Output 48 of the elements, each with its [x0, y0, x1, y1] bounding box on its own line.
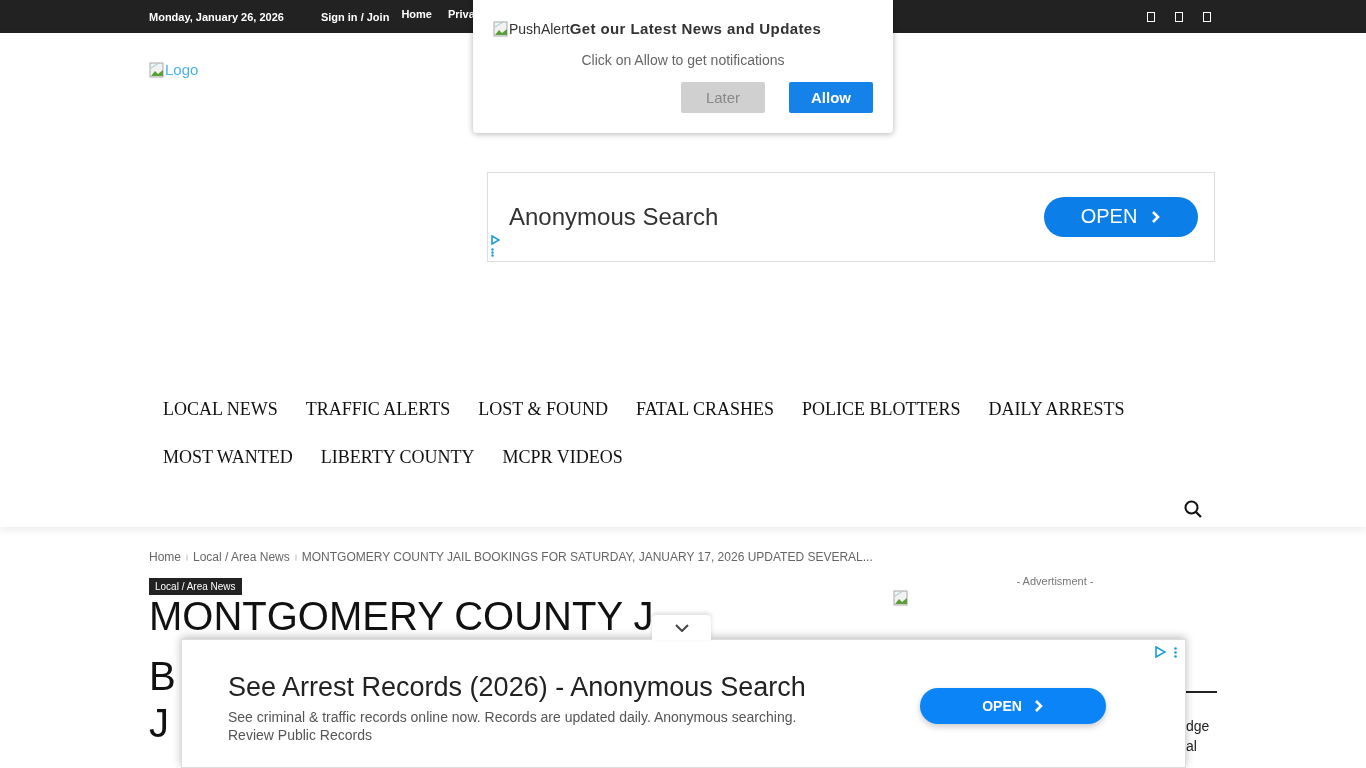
nav-menu-item[interactable]: LOCAL NEWS	[149, 384, 292, 433]
date-text: Monday, January 26, 2026	[149, 10, 284, 23]
popup-message: Click on Allow to get notifications	[580, 52, 786, 68]
open-button[interactable]: OPEN	[920, 688, 1106, 724]
image-alt-text: PushAlert	[509, 20, 570, 37]
article-title: B	[149, 654, 176, 698]
nav-menu-item[interactable]: TRAFFIC ALERTS	[291, 384, 465, 433]
play-triangle-icon	[491, 234, 500, 245]
broken-image-icon	[149, 61, 165, 78]
play-triangle-icon	[1155, 646, 1166, 658]
nav-menu-item[interactable]: LOST & FOUND	[464, 384, 622, 433]
broken-image-icon	[893, 590, 909, 606]
broken-image-icon	[493, 20, 509, 37]
ad-link[interactable]: Review Public Records	[228, 727, 372, 743]
top-menu-link[interactable]: Home	[401, 8, 432, 20]
nav-menu-item[interactable]: MOST WANTED	[149, 432, 307, 481]
sign-in-link[interactable]: Sign in / Join	[320, 10, 390, 23]
advertisement-label: - Advertisment -	[1015, 575, 1095, 587]
nav-menu-item[interactable]: FATAL CRASHES	[621, 384, 789, 433]
ad-banner[interactable]: Anonymous Search OPEN	[487, 171, 1215, 262]
nav-menu-item[interactable]: MCPR VIDEOS	[488, 432, 637, 481]
chevron-icon	[1151, 210, 1162, 223]
category-tag[interactable]: Local / Area News	[149, 578, 242, 595]
chevron-down-icon	[674, 623, 689, 632]
open-button[interactable]: OPEN	[1044, 196, 1198, 237]
nav-menu-item[interactable]: DAILY ARRESTS	[974, 384, 1139, 433]
article-title: J	[149, 701, 169, 745]
ad-headline: See Arrest Records (2026) - Anonymous Search	[228, 672, 806, 703]
social-icon[interactable]	[1147, 11, 1155, 22]
social-icon[interactable]	[1175, 11, 1183, 22]
breadcrumb-link[interactable]: Local / Area News	[193, 550, 290, 564]
dots-icon	[491, 247, 494, 257]
sidebar-text: al	[1186, 738, 1197, 754]
search-icon[interactable]	[1184, 500, 1202, 518]
ad-headline: Anonymous Search	[509, 202, 719, 231]
allow-button[interactable]: Allow	[789, 82, 873, 113]
popup-title: Get our Latest News and Updates	[569, 20, 822, 37]
nav-menu-item[interactable]: POLICE BLOTTERS	[788, 384, 975, 433]
ad-description: See criminal & traffic records online now. Records are updated daily. Anonymous searching.	[228, 709, 797, 725]
dots-icon	[1174, 646, 1177, 658]
social-icon[interactable]	[1203, 11, 1211, 22]
nav-menu-item[interactable]: LIBERTY COUNTY	[306, 432, 489, 481]
collapse-tab[interactable]	[652, 615, 711, 640]
chevron-icon	[1033, 700, 1044, 712]
breadcrumb-link[interactable]: Home	[149, 550, 181, 564]
breadcrumb-current: MONTGOMERY COUNTY JAIL BOOKINGS FOR SATURDAY, JANUARY 17, 2026 UPDATED SEVERAL...	[301, 550, 873, 564]
sidebar-text: dge	[1186, 718, 1210, 734]
article-title: MONTGOMERY COUNTY J	[149, 594, 654, 638]
